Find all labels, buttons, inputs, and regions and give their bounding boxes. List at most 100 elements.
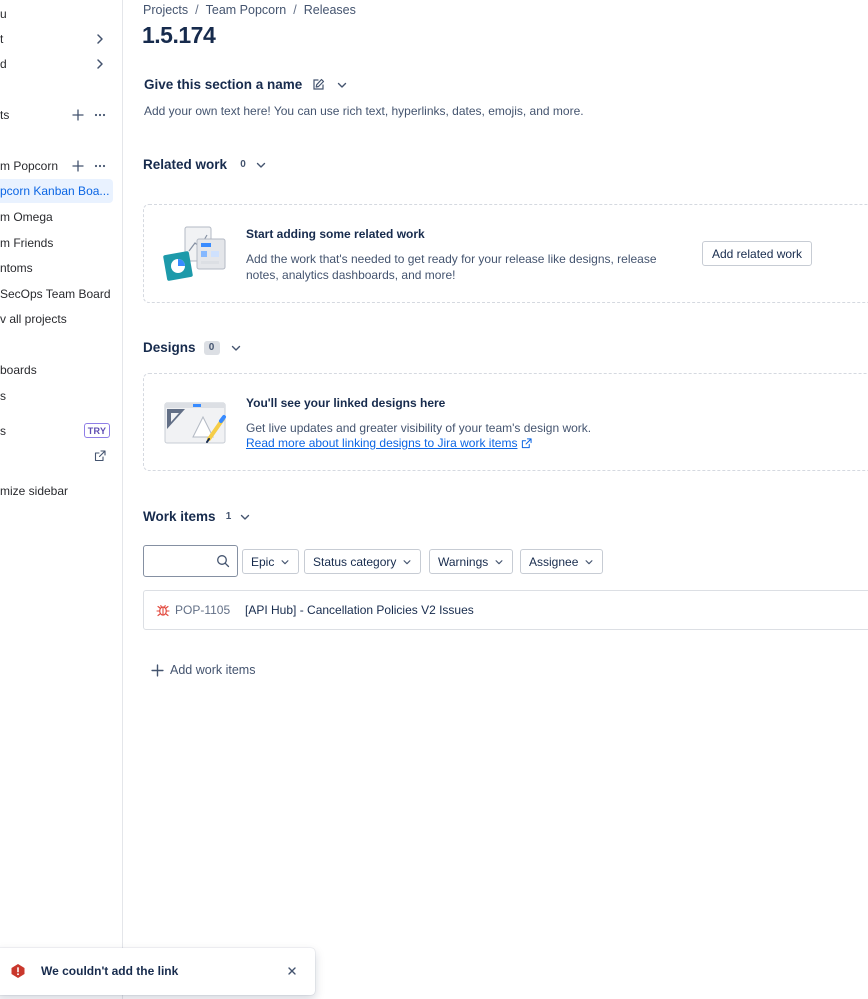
add-work-items-label: Add work items <box>170 663 256 677</box>
add-related-work-button[interactable]: Add related work <box>702 241 813 266</box>
external-link-icon[interactable] <box>91 447 109 465</box>
plus-icon <box>151 663 164 677</box>
filter-warnings[interactable]: Warnings <box>429 549 514 574</box>
designs-illustration <box>163 401 229 445</box>
related-work-count: 0 <box>240 159 246 170</box>
sidebar-item-label: s <box>0 424 6 438</box>
chevron-down-icon <box>280 557 290 567</box>
sidebar-item-label: m Omega <box>0 210 53 224</box>
filter-label: Assignee <box>529 554 579 569</box>
chevron-down-icon[interactable] <box>239 511 251 523</box>
try-badge: TRY <box>84 423 110 438</box>
sidebar-item-phantoms[interactable]: ntoms <box>0 256 33 280</box>
sidebar-item-secops-board[interactable]: SecOps Team Board <box>0 282 111 306</box>
filter-assignee[interactable]: Assignee <box>520 549 604 574</box>
related-work-empty-heading: Start adding some related work <box>246 227 425 241</box>
breadcrumb-team-popcorn[interactable]: Team Popcorn <box>206 3 287 17</box>
related-work-title: Related work <box>143 157 228 172</box>
chevron-right-icon[interactable] <box>91 55 109 73</box>
more-icon[interactable] <box>91 106 109 124</box>
breadcrumb-projects[interactable]: Projects <box>143 3 188 17</box>
designs-count: 0 <box>203 340 220 355</box>
breadcrumb: Projects / Team Popcorn / Releases <box>143 3 356 17</box>
designs-empty-heading: You'll see your linked designs here <box>246 396 446 410</box>
sidebar-item-label: u <box>0 7 7 21</box>
sidebar-item-filters[interactable]: s <box>0 384 6 408</box>
bug-icon <box>156 603 170 617</box>
sidebar-item-label: ts <box>0 108 10 122</box>
plus-icon[interactable] <box>69 106 87 124</box>
sidebar-item-label: SecOps Team Board <box>0 287 111 301</box>
external-link-icon <box>521 437 533 449</box>
work-items-search-input[interactable] <box>143 545 238 577</box>
sidebar-item-customize-sidebar[interactable]: mize sidebar <box>0 479 68 503</box>
filter-label: Status category <box>313 554 397 569</box>
add-work-items-button[interactable]: Add work items <box>151 663 255 677</box>
breadcrumb-separator: / <box>293 3 297 17</box>
sidebar-item-team-friends[interactable]: m Friends <box>0 231 53 255</box>
chevron-down-icon <box>494 557 504 567</box>
work-items-title: Work items <box>143 509 216 524</box>
chevron-right-icon[interactable] <box>91 30 109 48</box>
sidebar-item-view-all-projects[interactable]: v all projects <box>0 307 67 331</box>
work-item-summary[interactable]: [API Hub] - Cancellation Policies V2 Iss… <box>245 603 474 617</box>
designs-help-link-label: Read more about linking designs to Jira … <box>246 436 518 450</box>
work-item-key[interactable]: POP-1105 <box>175 603 230 617</box>
search-icon <box>216 554 230 568</box>
sidebar-item-dashboards[interactable]: boards <box>0 358 37 382</box>
custom-section-description[interactable]: Add your own text here! You can use rich… <box>144 104 584 118</box>
sidebar-item-label: mize sidebar <box>0 484 69 498</box>
filter-epic[interactable]: Epic <box>242 549 300 574</box>
designs-help-link[interactable]: Read more about linking designs to Jira … <box>246 436 533 450</box>
sidebar-item-label: ntoms <box>0 261 33 275</box>
sidebar-item-for-you[interactable]: u <box>0 2 7 26</box>
sidebar-item-label: m Friends <box>0 236 54 250</box>
filter-status-category[interactable]: Status category <box>304 549 422 574</box>
sidebar-item-kanban-board[interactable]: pcorn Kanban Boa... <box>0 179 113 203</box>
filter-label: Epic <box>251 554 275 569</box>
designs-header: Designs 0 <box>143 340 242 355</box>
sidebar-item-starred[interactable]: d <box>0 52 7 76</box>
chevron-down-icon[interactable] <box>336 79 348 91</box>
breadcrumb-releases[interactable]: Releases <box>304 3 356 17</box>
sidebar-item-label: pcorn Kanban Boa... <box>0 184 110 198</box>
sidebar-item-label: s <box>0 389 6 403</box>
chevron-down-icon <box>584 557 594 567</box>
custom-section-header: Give this section a name <box>144 77 348 92</box>
chevron-down-icon <box>402 557 412 567</box>
sidebar-item-label: v all projects <box>0 312 67 326</box>
plus-icon[interactable] <box>69 157 87 175</box>
error-icon <box>10 963 26 979</box>
table-row[interactable]: POP-1105 [API Hub] - Cancellation Polici… <box>143 590 868 630</box>
related-work-illustration <box>163 223 229 283</box>
work-items-header: Work items 1 <box>143 509 251 524</box>
sidebar-item-label: m Popcorn <box>0 159 59 173</box>
sidebar-item-label: t <box>0 32 4 46</box>
page-title: 1.5.174 <box>142 22 216 48</box>
related-work-empty-text-line: notes, analytics dashboards, and more! <box>246 268 456 282</box>
related-work-empty-state: Start adding some related work Add the w… <box>143 204 868 303</box>
custom-section-title[interactable]: Give this section a name <box>144 77 302 92</box>
chevron-down-icon[interactable] <box>230 342 242 354</box>
sidebar-item-team-popcorn[interactable]: m Popcorn <box>0 154 58 178</box>
chevron-down-icon[interactable] <box>255 159 267 171</box>
more-icon[interactable] <box>91 157 109 175</box>
sidebar-item-team-omega[interactable]: m Omega <box>0 205 53 229</box>
error-toast: We couldn't add the link <box>0 948 315 995</box>
related-work-empty-text-line: Add the work that's needed to get ready … <box>246 252 657 266</box>
toast-message: We couldn't add the link <box>41 964 179 978</box>
close-icon[interactable] <box>286 964 298 976</box>
designs-empty-text: Get live updates and greater visibility … <box>246 421 592 435</box>
filter-label: Warnings <box>438 554 489 569</box>
sidebar-item-label: boards <box>0 363 37 377</box>
sidebar-item-label: d <box>0 57 7 71</box>
breadcrumb-separator: / <box>195 3 199 17</box>
related-work-header: Related work 0 <box>143 157 267 172</box>
sidebar: u t d ts m Popcorn pcorn Kanban Boa... m… <box>0 0 123 999</box>
edit-icon[interactable] <box>312 78 325 91</box>
sidebar-item-goals[interactable]: s <box>0 419 6 443</box>
sidebar-item-projects[interactable]: ts <box>0 103 9 127</box>
work-items-count: 1 <box>225 511 232 522</box>
designs-title: Designs <box>143 340 196 355</box>
designs-empty-state: You'll see your linked designs here Get … <box>143 373 868 471</box>
